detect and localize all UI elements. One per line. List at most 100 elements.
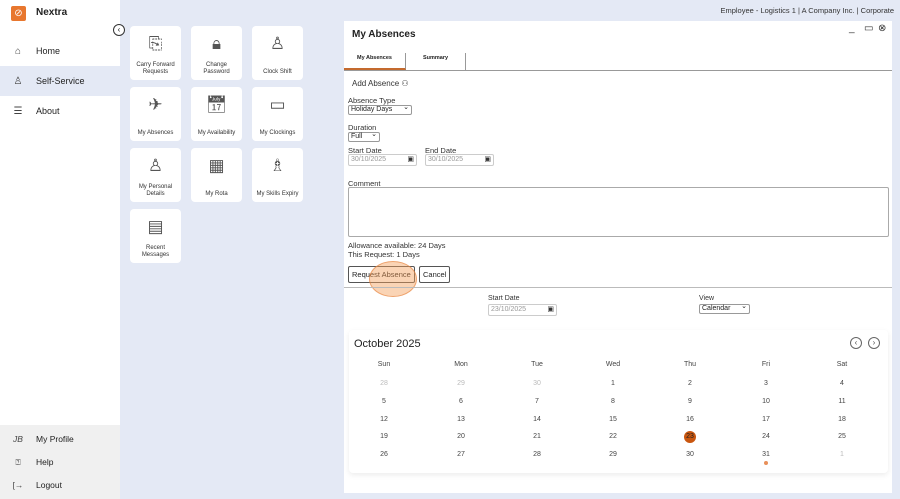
calendar-day[interactable]: 13: [446, 416, 476, 423]
calendar-day[interactable]: 1: [598, 380, 628, 387]
sidebar-item-about[interactable]: ☰ About: [0, 96, 120, 126]
my-profile-link[interactable]: JB My Profile: [0, 429, 120, 449]
calendar-day[interactable]: 1: [827, 451, 857, 458]
calendar-day[interactable]: 23: [684, 431, 696, 443]
cancel-button[interactable]: Cancel: [419, 266, 451, 283]
lock-icon: 🔒︎: [211, 34, 222, 53]
calendar-day[interactable]: 12: [369, 416, 399, 423]
calendar-day[interactable]: 11: [827, 398, 857, 405]
weekday-header: Mon: [454, 361, 468, 368]
calendar-day[interactable]: 17: [751, 416, 781, 423]
weekday-header: Wed: [605, 361, 621, 368]
tile-label: Change Password: [203, 62, 230, 75]
calendar-day[interactable]: 21: [522, 433, 552, 440]
duration-select[interactable]: Full: [348, 131, 380, 142]
message-icon: ▤: [147, 217, 164, 236]
tile-carry-forward-requests[interactable]: ⎘ Carry Forward Requests: [130, 26, 181, 80]
context-selector[interactable]: Employee - Logistics 1 | A Company Inc. …: [720, 6, 894, 15]
next-month-button[interactable]: ›: [868, 337, 880, 349]
maximize-icon[interactable]: ▭: [864, 23, 873, 34]
tile-my-skills-expiry[interactable]: ♗ My Skills Expiry: [252, 148, 303, 202]
calendar-day[interactable]: 15: [598, 416, 628, 423]
user-clock-icon: ♙: [269, 34, 286, 53]
calendar-day[interactable]: 20: [446, 433, 476, 440]
tile-my-availability[interactable]: 📅︎ My Availability: [191, 87, 242, 141]
calendar-day[interactable]: 2: [675, 380, 705, 387]
nextra-logo: ⊘: [11, 6, 26, 21]
calendar-day[interactable]: 22: [598, 433, 628, 440]
calendar-day[interactable]: 28: [522, 451, 552, 458]
this-request-text: This Request: 1 Days: [348, 250, 420, 259]
calendar-day[interactable]: 16: [675, 416, 705, 423]
filter-start-date-label: Start Date: [488, 295, 520, 302]
tile-my-clockings[interactable]: ▭ My Clockings: [252, 87, 303, 141]
calendar-month: October 2025: [354, 338, 421, 350]
calendar-day[interactable]: 10: [751, 398, 781, 405]
tab-bar: My Absences Summary: [344, 53, 892, 71]
calendar-day[interactable]: 24: [751, 433, 781, 440]
calendar-day[interactable]: 30: [522, 380, 552, 387]
calendar-day[interactable]: 30: [675, 451, 705, 458]
tile-my-absences[interactable]: ✈ My Absences: [130, 87, 181, 141]
value: 30/10/2025: [428, 156, 464, 163]
tab-my-absences[interactable]: My Absences: [344, 53, 406, 70]
calendar-day[interactable]: 18: [827, 416, 857, 423]
calendar-day[interactable]: 31: [751, 451, 781, 458]
graduate-icon: ♗: [269, 156, 286, 175]
people-icon: ⚇: [401, 79, 409, 88]
view-label: View: [699, 295, 715, 302]
view-select[interactable]: Calendar: [699, 303, 750, 314]
tile-label: My Rota: [205, 191, 228, 197]
calendar-icon[interactable]: ▣: [484, 155, 491, 165]
tile-change-password[interactable]: 🔒︎ Change Password: [191, 26, 242, 80]
tile-clock-shift[interactable]: ♙ Clock Shift: [252, 26, 303, 80]
tile-label: Clock Shift: [263, 69, 292, 75]
calendar-day[interactable]: 7: [522, 398, 552, 405]
tab-summary[interactable]: Summary: [406, 53, 466, 70]
minimize-icon[interactable]: _: [849, 23, 855, 34]
tile-recent-messages[interactable]: ▤ Recent Messages: [130, 209, 181, 263]
sidebar-item-home[interactable]: ⌂ Home: [0, 36, 120, 66]
app-name: Nextra: [36, 7, 68, 18]
calendar-day[interactable]: 27: [446, 451, 476, 458]
label: My Profile: [36, 434, 74, 444]
calendar-day[interactable]: 3: [751, 380, 781, 387]
calendar-day[interactable]: 6: [446, 398, 476, 405]
calendar-icon[interactable]: ▣: [407, 155, 414, 165]
calendar-day[interactable]: 4: [827, 380, 857, 387]
tile-label: My Personal Details: [138, 184, 173, 197]
calendar-day[interactable]: 19: [369, 433, 399, 440]
logout-link[interactable]: [→ Logout: [0, 475, 120, 495]
avatar: JB: [13, 434, 23, 444]
person-icon: ♙: [147, 156, 164, 175]
sidebar-bottom: JB My Profile ⍰ Help [→ Logout: [0, 425, 120, 499]
end-date-input[interactable]: 30/10/2025 ▣: [425, 154, 494, 166]
calendar-day[interactable]: 26: [369, 451, 399, 458]
calendar-day[interactable]: 29: [598, 451, 628, 458]
tile-my-personal-details[interactable]: ♙ My Personal Details: [130, 148, 181, 202]
tile-label: My Absences: [137, 130, 174, 136]
comment-textarea[interactable]: [348, 187, 889, 237]
help-link[interactable]: ⍰ Help: [0, 452, 120, 472]
calendar: October 2025 ‹ › Sun Mon Tue Wed Thu Fri Sat 28…: [349, 330, 888, 473]
close-icon[interactable]: ⊗: [878, 23, 886, 34]
collapse-sidebar-button[interactable]: ‹: [113, 24, 125, 36]
filter-start-date-input[interactable]: 23/10/2025 ▣: [488, 304, 557, 316]
calendar-icon[interactable]: ▣: [547, 305, 554, 315]
tile-label: Recent Messages: [141, 245, 170, 258]
tile-label: My Availability: [197, 130, 236, 136]
calendar-day[interactable]: 14: [522, 416, 552, 423]
weekday-header: Sun: [377, 361, 391, 368]
calendar-day[interactable]: 5: [369, 398, 399, 405]
calendar-day[interactable]: 8: [598, 398, 628, 405]
calendar-day[interactable]: 28: [369, 380, 399, 387]
home-icon: ⌂: [14, 45, 22, 57]
tile-my-rota[interactable]: ▦ My Rota: [191, 148, 242, 202]
calendar-day[interactable]: 29: [446, 380, 476, 387]
calendar-day[interactable]: 25: [827, 433, 857, 440]
start-date-input[interactable]: 30/10/2025 ▣: [348, 154, 417, 166]
sidebar-item-self-service[interactable]: ♙ Self-Service: [0, 66, 120, 96]
prev-month-button[interactable]: ‹: [850, 337, 862, 349]
calendar-day[interactable]: 9: [675, 398, 705, 405]
absence-type-select[interactable]: Holiday Days: [348, 104, 412, 115]
